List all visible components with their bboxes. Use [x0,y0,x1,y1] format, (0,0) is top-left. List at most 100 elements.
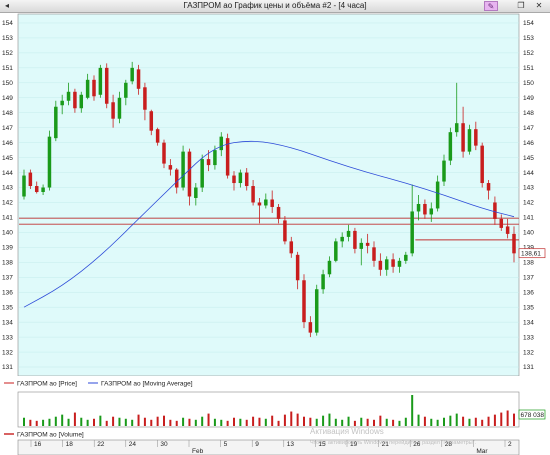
activation-watermark-title: Активация Windows [310,427,384,436]
volume-bar [143,417,146,426]
volume-bar [264,418,267,426]
candle-body [334,241,338,261]
volume-bar [373,419,375,426]
volume-bar [29,419,32,426]
x-tick-label: 13 [287,441,295,448]
right-y-axis: 1311321331341351361371381391401411421431… [523,20,534,371]
volume-bar [315,418,318,426]
volume-bar [481,419,484,426]
volume-bar [360,417,363,426]
y-tick-label: 138 [2,260,13,267]
volume-bar [462,416,465,426]
y-tick-label: 154 [523,20,534,27]
candle-body [404,254,408,261]
candle [448,127,453,166]
volume-bar [258,417,261,426]
candle-body [302,280,306,323]
candle-body [327,260,332,275]
candle-body [486,183,491,191]
candle-body [22,175,26,197]
y-tick-label: 134 [2,319,13,326]
x-tick-label: 24 [129,441,137,448]
volume-bar [417,414,420,426]
volume-bar [423,416,426,426]
x-tick-label: 22 [97,441,105,448]
volume-bar [80,417,83,426]
candle-body [480,145,484,184]
candle-body [117,97,122,119]
volume-bar [86,419,89,426]
volume-bar [93,418,95,426]
volume-bar [353,420,356,426]
candle-body [85,79,90,98]
candle-body [54,106,58,139]
candle-body [60,100,64,106]
y-tick-label: 145 [523,155,534,162]
y-tick-label: 134 [523,319,534,326]
y-tick-label: 141 [523,215,534,222]
x-tick-label: 16 [34,441,42,448]
candle-body [104,67,109,104]
y-tick-label: 149 [523,95,534,102]
y-tick-label: 138 [523,260,534,267]
volume-bar [474,417,477,426]
volume-bar [487,416,490,426]
candle-body [448,132,453,161]
y-tick-label: 148 [2,110,13,117]
candle-body [244,172,249,187]
candle-body [346,230,351,237]
candle-body [47,136,52,188]
candle-body [238,172,243,184]
candle-body [187,151,192,197]
y-tick-label: 153 [2,35,13,42]
candle-body [308,322,313,333]
volume-bar [290,411,293,426]
volume-bar [42,419,45,426]
x-tick-label: 9 [255,441,259,448]
y-tick-label: 131 [523,364,534,371]
y-tick-label: 152 [523,50,534,57]
volume-bar [150,419,153,426]
y-tick-label: 139 [2,245,13,252]
last-price-value: 138,61 [521,250,541,257]
candle [314,284,319,336]
candle [334,238,338,263]
candle-body [423,203,427,215]
volume-bar [513,413,515,426]
volume-bar [118,417,121,426]
x-tick-label: 5 [224,441,228,448]
volume-bar [385,418,388,426]
candle-body [136,69,141,89]
y-tick-label: 146 [523,140,534,147]
candle-body [295,254,300,281]
candle-body [155,129,160,143]
activation-watermark-text: Чтобы активировать Windows, перейдите в … [310,439,477,446]
candle-body [34,186,39,193]
y-tick-label: 146 [2,140,13,147]
y-tick-label: 131 [2,364,13,371]
y-tick-label: 148 [523,110,534,117]
candle-body [219,136,224,151]
volume-bar [207,413,210,426]
candle-body [143,87,147,110]
candle-body [276,206,281,219]
volume-bar [137,414,140,426]
volume-bar [379,415,382,426]
volume-bar [341,419,344,426]
y-tick-label: 133 [2,334,13,341]
volume-bar [48,418,51,426]
y-tick-label: 132 [523,349,534,356]
candle-body [149,111,154,131]
volume-bar [131,419,134,426]
volume-bar [169,419,172,426]
y-tick-label: 144 [2,170,13,177]
candle-body [499,218,504,228]
volume-bar [500,412,503,426]
candle [98,64,103,98]
candle [480,142,484,188]
volume-bar [54,416,57,426]
candle-body [454,123,459,133]
candle-body [232,175,236,184]
left-y-axis: 131 132 133 134 135 136 137 138 139 140 141 142 143 1… [2,20,13,371]
candle-body [372,247,376,261]
